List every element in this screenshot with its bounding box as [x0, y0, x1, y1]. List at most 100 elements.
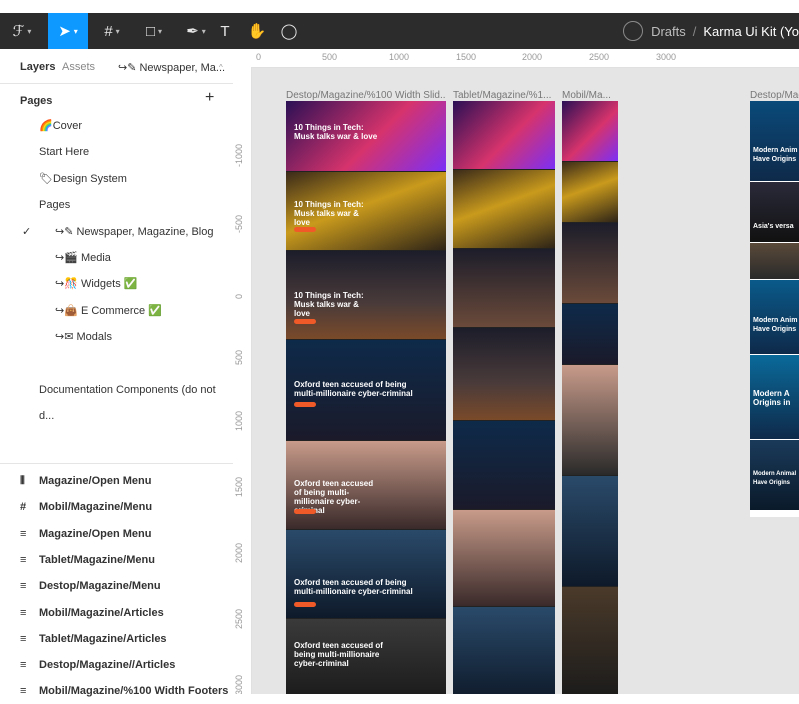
layer-row[interactable]: ≡ Mobil/Magazine/%100 Width Footers [0, 678, 232, 704]
breadcrumb-folder[interactable]: Drafts [651, 24, 686, 39]
frame-label[interactable]: Destop/Mag [750, 90, 799, 101]
layer-row[interactable]: ⦀ Magazine/Open Menu [0, 468, 232, 494]
page-label: 🌈Cover [39, 120, 83, 132]
read-more-button[interactable] [294, 402, 316, 407]
page-item[interactable]: Documentation Components (do not d... [0, 377, 232, 422]
page-item[interactable]: 🌈Cover [0, 113, 232, 139]
article-title: Modern Anim Have Origins [753, 147, 798, 163]
article-card[interactable]: Oxford teen accused of being multi-milli… [286, 619, 446, 694]
page-label: ↪🎬 Media [55, 252, 111, 264]
article-card[interactable] [750, 243, 799, 279]
article-card[interactable] [562, 101, 618, 161]
canvas[interactable]: -500 0 500 1000 1500 2000 2500 3000 -1000 -500 0 5… [233, 49, 799, 694]
frame-tool-button[interactable]: # ▾ [92, 13, 132, 49]
ruler-tick-label: -1000 [234, 143, 244, 167]
page-item[interactable]: ↪✉ Modals [0, 324, 232, 350]
article-card[interactable]: Modern Animal Have Origins [750, 440, 799, 510]
article-title: Asia's versa [753, 223, 794, 230]
page-item[interactable]: ↪👜 E Commerce ✅ [0, 298, 232, 324]
frame-desktop-partial[interactable]: Modern Anim Have Origins Asia's versa Mo… [750, 101, 799, 517]
article-card[interactable] [562, 365, 618, 475]
avatar-icon[interactable] [623, 21, 644, 41]
article-card[interactable] [562, 223, 618, 303]
article-card[interactable]: Asia's versa [750, 182, 799, 242]
layout-icon: ≡ [20, 685, 27, 698]
ruler-tick-label: 1500 [234, 476, 244, 497]
article-card[interactable]: 10 Things in Tech: Musk talks war & love [286, 101, 446, 171]
article-card[interactable] [562, 476, 618, 586]
article-card[interactable]: 10 Things in Tech: Musk talks war & love [286, 251, 446, 339]
article-card[interactable] [453, 249, 555, 327]
layer-row[interactable]: ≡ Tablet/Magazine/Menu [0, 547, 232, 573]
layer-name: Destop/Magazine/Menu [39, 580, 161, 593]
frame-label[interactable]: Destop/Magazine/%100 Width Slid... [286, 90, 446, 101]
shape-tool-button[interactable]: □ ▾ [134, 13, 174, 49]
layer-row[interactable]: ≡ Mobil/Magazine/Articles [0, 600, 232, 626]
article-card[interactable] [453, 101, 555, 169]
hand-tool-button[interactable]: ✋ [244, 13, 270, 49]
article-card[interactable] [562, 587, 618, 694]
article-card[interactable] [453, 170, 555, 248]
article-card[interactable]: Oxford teen accused of being multi-milli… [286, 340, 446, 440]
tab-assets[interactable]: Assets [62, 61, 95, 73]
layers-panel: Layers Assets ↪✎ Newspaper, Ma... ^ Page… [0, 49, 234, 697]
read-more-button[interactable] [294, 509, 316, 514]
pen-tool-button[interactable]: ✒ ▾ [176, 13, 216, 49]
frame-label[interactable]: Mobil/Ma... [562, 90, 618, 101]
layer-row[interactable]: ≡ Destop/Magazine//Articles [0, 652, 232, 678]
layer-name: Mobil/Magazine/Menu [39, 501, 153, 514]
page-item[interactable]: ↪🎬 Media [0, 245, 232, 271]
ruler-tick-label: 1500 [456, 52, 477, 62]
ruler-tick-label: 500 [234, 349, 244, 365]
page-item[interactable]: Start Here [0, 139, 232, 165]
frame-label[interactable]: Tablet/Magazine/%1... [453, 90, 555, 101]
page-item[interactable]: ✓ ↪✎ Newspaper, Magazine, Blog [0, 219, 232, 245]
article-card[interactable]: Modern Anim Have Origins [750, 101, 799, 181]
frame-desktop[interactable]: 10 Things in Tech: Musk talks war & love… [286, 101, 446, 694]
page-item[interactable]: Pages [0, 192, 232, 218]
move-tool-button[interactable]: ➤ ▾ [48, 13, 88, 49]
layer-name: Destop/Magazine//Articles [39, 659, 176, 672]
comment-tool-button[interactable]: ◯ [276, 13, 302, 49]
add-page-icon[interactable]: + [205, 89, 214, 107]
layer-row[interactable]: ≡ Tablet/Magazine/Articles [0, 626, 232, 652]
article-card[interactable] [453, 328, 555, 420]
page-item[interactable]: 🏷Design System [0, 166, 232, 192]
article-card[interactable] [562, 304, 618, 364]
text-tool-button[interactable]: T [212, 13, 238, 49]
article-title: Oxford teen accused of being multi-milli… [294, 380, 413, 398]
article-card[interactable]: Oxford teen accused of being multi-milli… [286, 441, 446, 529]
article-card[interactable]: Oxford teen accused of being multi-milli… [286, 530, 446, 618]
article-card[interactable]: 10 Things in Tech: Musk talks war & love [286, 172, 446, 250]
current-page-selector[interactable]: ↪✎ Newspaper, Ma... [118, 61, 225, 74]
chevron-up-icon[interactable]: ^ [219, 63, 223, 72]
read-more-button[interactable] [294, 602, 316, 607]
file-name[interactable]: Karma Ui Kit (Yo [703, 24, 799, 39]
layout-icon: ⦀ [20, 475, 25, 487]
article-title: Modern A Origins in [753, 389, 791, 407]
article-card[interactable] [453, 421, 555, 509]
article-title: 10 Things in Tech: Musk talks war & love [294, 200, 364, 227]
tab-layers[interactable]: Layers [20, 61, 55, 73]
article-card[interactable] [562, 162, 618, 222]
frame-tablet[interactable] [453, 101, 555, 694]
page-item[interactable] [0, 350, 232, 376]
page-item[interactable]: ↪🎊 Widgets ✅ [0, 271, 232, 297]
article-card[interactable] [453, 510, 555, 606]
layer-row[interactable]: ≡ Magazine/Open Menu [0, 521, 232, 547]
main-menu-button[interactable]: ℱ ▾ [0, 13, 44, 49]
read-more-button[interactable] [294, 227, 316, 232]
article-card[interactable]: Modern A Origins in [750, 355, 799, 439]
page-label: ↪✎ Newspaper, Magazine, Blog [55, 226, 214, 238]
layer-row[interactable]: ≡ Destop/Magazine/Menu [0, 573, 232, 599]
layout-icon: ≡ [20, 659, 27, 672]
layer-row[interactable]: # Mobil/Magazine/Menu [0, 494, 232, 520]
page-label: 🏷Design System [39, 173, 127, 185]
frame-mobile[interactable] [562, 101, 618, 694]
read-more-button[interactable] [294, 319, 316, 324]
article-card[interactable] [453, 607, 555, 694]
chevron-down-icon: ▾ [27, 26, 32, 36]
breadcrumb-separator: / [692, 23, 697, 39]
layer-name: Tablet/Magazine/Menu [39, 553, 155, 566]
article-card[interactable]: Modern Anim Have Origins [750, 280, 799, 354]
